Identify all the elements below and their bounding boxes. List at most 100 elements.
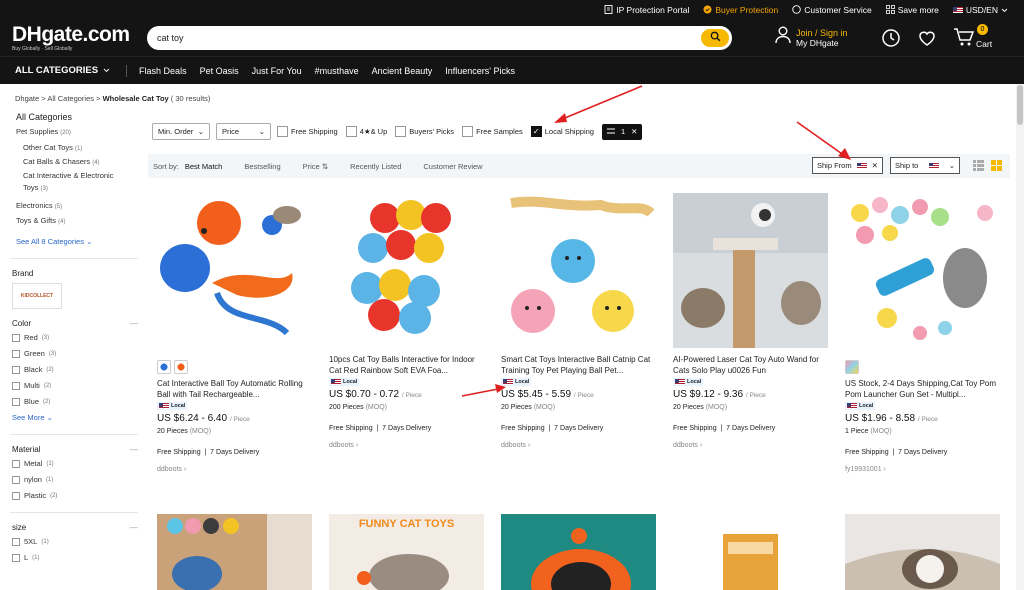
store-link[interactable]: ddboots › <box>673 442 828 449</box>
store-link[interactable]: fy19931001 › <box>845 466 1000 473</box>
product-card[interactable] <box>673 514 828 590</box>
material-option-metal[interactable]: Metal (1) <box>12 459 138 468</box>
brand-logo-option[interactable]: KIDCOLLECT <box>12 283 62 309</box>
product-card[interactable]: FUNNY CAT TOYS <box>329 514 484 590</box>
category-toys-gifts[interactable]: Toys & Gifts (4) <box>16 216 138 225</box>
checkbox[interactable] <box>12 349 20 358</box>
color-option-red[interactable]: Red (3) <box>12 333 138 342</box>
product-image[interactable] <box>501 193 656 348</box>
search-input[interactable] <box>157 33 701 43</box>
product-image[interactable] <box>157 514 312 590</box>
color-option-blue[interactable]: Blue (2) <box>12 397 138 406</box>
ip-protection-link[interactable]: IP Protection Portal <box>604 4 689 16</box>
variant-thumb[interactable] <box>845 360 859 374</box>
checkbox[interactable] <box>12 537 20 546</box>
product-card[interactable]: 10pcs Cat Toy Balls Interactive for Indo… <box>329 193 484 449</box>
min-order-select[interactable]: Min. Order ⌄ <box>152 123 210 140</box>
breadcrumb-all-categories[interactable]: All Categories <box>47 94 94 103</box>
all-categories-menu[interactable]: ALL CATEGORIES <box>15 65 110 76</box>
category-cat-balls[interactable]: Cat Balls & Chasers (4) <box>23 156 138 169</box>
grid-view-icon[interactable] <box>991 160 1002 173</box>
nav-musthave[interactable]: #musthave <box>315 66 359 76</box>
checkbox[interactable] <box>12 365 20 374</box>
product-card[interactable] <box>845 514 1000 590</box>
checkbox[interactable] <box>12 397 20 406</box>
variant-thumb[interactable] <box>157 360 171 374</box>
product-image[interactable] <box>501 514 656 590</box>
checkbox[interactable] <box>277 126 288 137</box>
checkbox[interactable] <box>12 475 20 484</box>
nav-influencers-picks[interactable]: Influencers' Picks <box>445 66 515 76</box>
product-title[interactable]: Smart Cat Toys Interactive Ball Catnip C… <box>501 354 656 376</box>
account-menu[interactable]: Join / Sign in My DHgate <box>775 26 848 49</box>
checkbox[interactable] <box>345 126 357 137</box>
nav-just-for-you[interactable]: Just For You <box>252 66 302 76</box>
wishlist-heart-icon[interactable] <box>917 28 937 53</box>
checkbox[interactable] <box>12 553 20 562</box>
product-image[interactable] <box>673 193 828 348</box>
free-shipping-filter[interactable]: Free Shipping <box>277 126 338 137</box>
buyer-protection-link[interactable]: Buyer Protection <box>703 5 778 16</box>
ship-to-select[interactable]: Ship to ⌄ <box>890 157 960 174</box>
product-card[interactable]: Smart Cat Toys Interactive Ball Catnip C… <box>501 193 656 449</box>
customer-service-link[interactable]: Customer Service <box>792 4 872 16</box>
all-categories-heading[interactable]: All Categories <box>16 112 138 122</box>
cart-button[interactable]: 0 Cart <box>953 24 992 53</box>
product-image[interactable] <box>845 514 1000 590</box>
breadcrumb-home[interactable]: Dhgate <box>15 94 39 103</box>
join-signin-link[interactable]: Join / Sign in <box>796 28 848 38</box>
color-heading[interactable]: Color — <box>10 319 138 328</box>
product-title[interactable]: AI-Powered Laser Cat Toy Auto Wand for C… <box>673 354 828 376</box>
size-option-5xl[interactable]: 5XL (1) <box>12 537 138 546</box>
free-samples-filter[interactable]: Free Samples <box>462 126 523 137</box>
sort-best-match[interactable]: Best Match <box>185 162 223 171</box>
buyers-picks-filter[interactable]: Buyers' Picks <box>395 126 454 137</box>
sort-customer-review[interactable]: Customer Review <box>423 162 482 171</box>
save-more-link[interactable]: Save more <box>885 4 939 16</box>
size-option-l[interactable]: L (1) <box>12 553 138 562</box>
size-heading[interactable]: size — <box>10 523 138 532</box>
checkbox[interactable] <box>12 381 20 390</box>
page-scrollbar[interactable] <box>1016 84 1024 590</box>
store-link[interactable]: ddboots › <box>501 442 656 449</box>
product-card[interactable] <box>501 514 656 590</box>
checkbox[interactable] <box>12 491 20 500</box>
sort-price[interactable]: Price ⇅ <box>303 162 328 171</box>
variant-thumb[interactable] <box>174 360 188 374</box>
star-rating-filter[interactable]: 4★& Up <box>345 126 387 137</box>
price-select[interactable]: Price ⌄ <box>216 123 271 140</box>
checkbox[interactable] <box>12 333 20 342</box>
sort-recently-listed[interactable]: Recently Listed <box>350 162 401 171</box>
see-all-categories-link[interactable]: See All 8 Categories ⌄ <box>16 237 138 246</box>
category-pet-supplies[interactable]: Pet Supplies (20) <box>16 127 138 136</box>
category-other-cat-toys[interactable]: Other Cat Toys (1) <box>23 142 138 155</box>
currency-language-selector[interactable]: USD/EN <box>952 5 1008 15</box>
sort-bestselling[interactable]: Bestselling <box>244 162 280 171</box>
store-link[interactable]: ddboots › <box>157 466 312 473</box>
product-image[interactable] <box>329 193 484 348</box>
nav-ancient-beauty[interactable]: Ancient Beauty <box>372 66 433 76</box>
checkbox[interactable] <box>462 126 474 137</box>
see-more-colors-link[interactable]: See More ⌄ <box>12 413 138 422</box>
dhgate-logo[interactable]: DHgate.com Buy Globally · Sell Globally <box>12 24 140 52</box>
category-electronics[interactable]: Electronics (5) <box>16 201 138 210</box>
product-card[interactable]: US Stock, 2-4 Days Shipping,Cat Toy Pom … <box>845 193 1000 473</box>
product-card[interactable]: AI-Powered Laser Cat Toy Auto Wand for C… <box>673 193 828 449</box>
list-view-icon[interactable] <box>973 160 984 173</box>
product-card[interactable] <box>157 514 312 590</box>
color-option-black[interactable]: Black (2) <box>12 365 138 374</box>
category-cat-interactive[interactable]: Cat Interactive & Electronic Toys (3) <box>23 170 123 195</box>
product-title[interactable]: Cat Interactive Ball Toy Automatic Rolli… <box>157 378 312 400</box>
history-icon[interactable] <box>881 28 901 53</box>
material-option-plastic[interactable]: Plastic (2) <box>12 491 138 500</box>
color-option-green[interactable]: Green (3) <box>12 349 138 358</box>
checkbox[interactable] <box>395 126 407 137</box>
product-title[interactable]: US Stock, 2-4 Days Shipping,Cat Toy Pom … <box>845 378 1000 400</box>
product-image[interactable]: FUNNY CAT TOYS <box>329 514 484 590</box>
material-option-nylon[interactable]: nylon (1) <box>12 475 138 484</box>
product-title[interactable]: 10pcs Cat Toy Balls Interactive for Indo… <box>329 354 484 376</box>
nav-pet-oasis[interactable]: Pet Oasis <box>200 66 239 76</box>
nav-flash-deals[interactable]: Flash Deals <box>139 66 187 76</box>
product-card[interactable]: Cat Interactive Ball Toy Automatic Rolli… <box>157 193 312 473</box>
scrollbar-thumb[interactable] <box>1017 85 1023 125</box>
